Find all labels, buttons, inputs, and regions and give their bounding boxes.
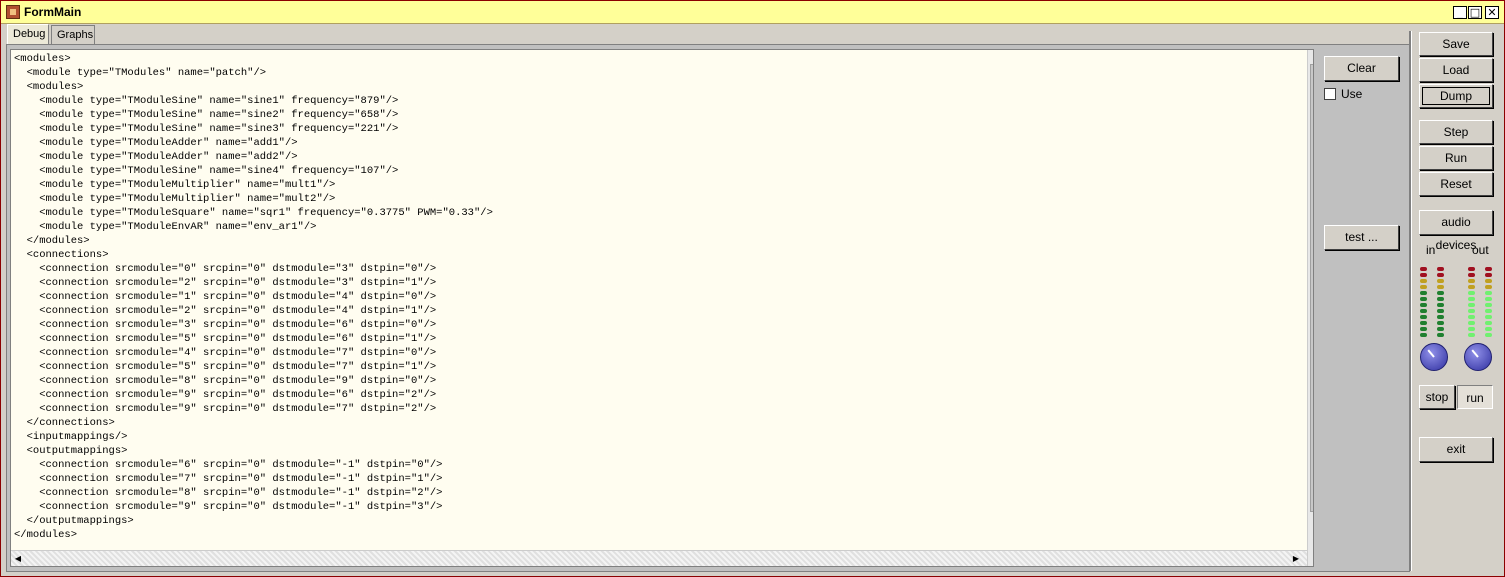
level-led — [1468, 267, 1475, 271]
audio-devices-button[interactable]: audio devices — [1419, 210, 1493, 252]
title-bar[interactable]: FormMain _ □ ✕ — [1, 1, 1504, 24]
app-icon — [6, 5, 20, 19]
vertical-scroll-thumb[interactable] — [1310, 64, 1313, 512]
maximize-button[interactable]: □ — [1468, 6, 1482, 19]
level-led — [1420, 267, 1427, 271]
window-title: FormMain — [24, 5, 82, 19]
input-level-meter-left — [1420, 267, 1427, 339]
level-led — [1437, 327, 1444, 331]
level-led — [1437, 291, 1444, 295]
level-led — [1468, 279, 1475, 283]
editor-text[interactable]: <modules> <module type="TModules" name="… — [14, 52, 493, 542]
level-led — [1437, 279, 1444, 283]
xml-text-editor[interactable]: <modules> <module type="TModules" name="… — [10, 49, 1314, 567]
tab-debug[interactable]: Debug — [7, 24, 49, 45]
run-toggle-button[interactable]: run — [1457, 385, 1493, 409]
level-led — [1420, 279, 1427, 283]
clear-button[interactable]: Clear — [1324, 56, 1399, 81]
level-led — [1485, 267, 1492, 271]
level-led — [1468, 297, 1475, 301]
level-led — [1468, 321, 1475, 325]
level-led — [1485, 273, 1492, 277]
save-button[interactable]: Save — [1419, 32, 1493, 56]
level-led — [1485, 297, 1492, 301]
level-led — [1437, 303, 1444, 307]
scroll-up-icon[interactable]: ▲ — [1309, 50, 1314, 64]
exit-button[interactable]: exit — [1419, 437, 1493, 462]
scroll-left-icon[interactable]: ◀ — [11, 552, 25, 566]
level-led — [1468, 285, 1475, 289]
level-led — [1485, 285, 1492, 289]
output-gain-knob[interactable] — [1464, 343, 1492, 371]
level-led — [1437, 309, 1444, 313]
use-checkbox[interactable] — [1324, 88, 1336, 100]
input-level-meter-right — [1437, 267, 1444, 339]
level-led — [1468, 309, 1475, 313]
level-led — [1420, 303, 1427, 307]
dump-button[interactable]: Dump — [1419, 84, 1493, 108]
level-led — [1420, 327, 1427, 331]
level-led — [1485, 327, 1492, 331]
use-label: Use — [1341, 87, 1363, 101]
output-level-meter-right — [1485, 267, 1492, 339]
level-led — [1468, 303, 1475, 307]
level-led — [1468, 333, 1475, 337]
level-led — [1437, 273, 1444, 277]
test-button[interactable]: test ... — [1324, 225, 1399, 250]
stop-button[interactable]: stop — [1419, 385, 1455, 409]
run-button[interactable]: Run — [1419, 146, 1493, 170]
level-led — [1420, 273, 1427, 277]
level-led — [1420, 297, 1427, 301]
input-gain-knob[interactable] — [1420, 343, 1448, 371]
load-button[interactable]: Load — [1419, 58, 1493, 82]
level-led — [1485, 291, 1492, 295]
level-led — [1485, 315, 1492, 319]
close-button[interactable]: ✕ — [1485, 6, 1499, 19]
level-led — [1420, 291, 1427, 295]
level-led — [1437, 321, 1444, 325]
level-led — [1468, 291, 1475, 295]
level-led — [1485, 333, 1492, 337]
step-button[interactable]: Step — [1419, 120, 1493, 144]
level-led — [1420, 315, 1427, 319]
level-led — [1437, 297, 1444, 301]
panel-divider — [1409, 31, 1412, 571]
level-led — [1437, 267, 1444, 271]
level-led — [1485, 279, 1492, 283]
scroll-down-icon[interactable]: ▼ — [1309, 536, 1314, 550]
in-label: in — [1426, 243, 1436, 257]
level-led — [1437, 315, 1444, 319]
scroll-right-icon[interactable]: ▶ — [1289, 552, 1303, 566]
main-window: FormMain _ □ ✕ Debug Graphs <modules> <m… — [0, 0, 1505, 577]
level-led — [1437, 333, 1444, 337]
level-led — [1485, 321, 1492, 325]
output-level-meter-left — [1468, 267, 1475, 339]
level-led — [1437, 285, 1444, 289]
minimize-button[interactable]: _ — [1453, 6, 1467, 19]
reset-button[interactable]: Reset — [1419, 172, 1493, 196]
tab-graphs[interactable]: Graphs — [51, 25, 95, 44]
vertical-scrollbar[interactable]: ▲ ▼ — [1307, 50, 1314, 566]
level-led — [1485, 303, 1492, 307]
horizontal-scrollbar[interactable]: ◀ ▶ — [11, 550, 1307, 566]
out-label: out — [1472, 243, 1489, 257]
level-led — [1468, 315, 1475, 319]
level-led — [1420, 333, 1427, 337]
level-led — [1420, 321, 1427, 325]
level-led — [1420, 309, 1427, 313]
level-led — [1485, 309, 1492, 313]
level-led — [1468, 327, 1475, 331]
level-led — [1468, 273, 1475, 277]
level-led — [1420, 285, 1427, 289]
